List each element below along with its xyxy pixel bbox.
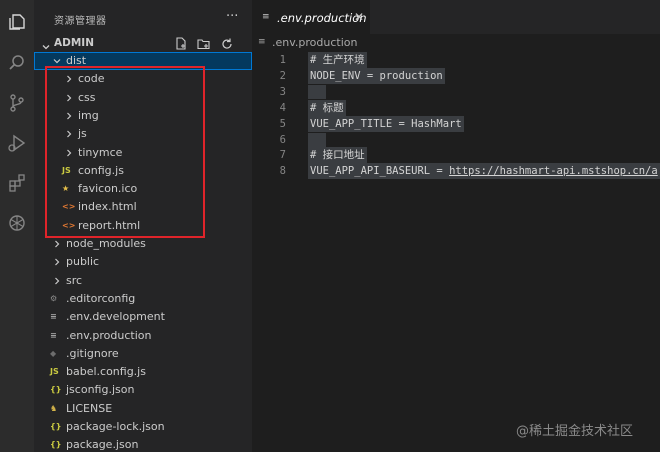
line-text: # 标题 xyxy=(308,99,346,116)
close-icon[interactable]: ✕ xyxy=(354,10,364,24)
line-number: 4 xyxy=(279,101,286,114)
tree-item-label: package.json xyxy=(66,438,139,452)
explorer-title: 资源管理器 xyxy=(54,16,107,27)
code-line: 3 xyxy=(252,84,660,100)
tree-item-label: package-lock.json xyxy=(66,420,165,433)
chevron-down-icon xyxy=(52,56,62,66)
line-text: VUE_APP_API_BASEURL = https://hashmart-a… xyxy=(308,163,660,180)
line-text: VUE_APP_TITLE = HashMart xyxy=(308,115,464,132)
line-number: 3 xyxy=(279,85,286,98)
code-line: 7 # 接口地址 xyxy=(252,147,660,164)
run-debug-icon[interactable] xyxy=(7,133,27,153)
code-line: 6 xyxy=(252,132,660,148)
license-icon: ♞ xyxy=(50,403,58,413)
section-label: ADMIN xyxy=(54,37,94,49)
tree-item-label: LICENSE xyxy=(66,401,113,415)
tree-item-license[interactable]: ♞ LICENSE xyxy=(34,400,252,418)
editor-tab-bar: ≡ .env.production ✕ xyxy=(252,0,660,34)
chevron-down-icon xyxy=(41,37,51,50)
gear-icon: ⚙ xyxy=(50,293,58,303)
line-content: VUE_APP_TITLE = HashMart xyxy=(310,117,462,130)
more-actions-button[interactable]: ··· xyxy=(226,9,238,24)
highlight-box xyxy=(45,66,205,238)
env-file-icon: ≡ xyxy=(50,330,57,340)
tree-item-editorconfig[interactable]: ⚙ .editorconfig xyxy=(34,290,252,308)
tree-item-env-production[interactable]: ≡ .env.production xyxy=(34,327,252,345)
line-number: 1 xyxy=(279,54,286,66)
tree-item-label: .env.development xyxy=(66,310,165,324)
new-folder-icon[interactable] xyxy=(197,37,211,51)
search-icon[interactable] xyxy=(7,53,27,73)
code-line: 1 # 生产环境 xyxy=(252,52,660,68)
extensions-icon[interactable] xyxy=(7,173,27,193)
line-number: 5 xyxy=(279,117,286,130)
json-file-icon: {} xyxy=(50,440,62,450)
code-line: 8 VUE_APP_API_BASEURL = https://hashmart-… xyxy=(252,163,660,180)
tree-item-gitignore[interactable]: ◆ .gitignore xyxy=(34,345,252,363)
line-text: NODE_ENV = production xyxy=(308,67,445,84)
section-header-admin[interactable]: ADMIN xyxy=(34,34,252,69)
js-file-icon: JS xyxy=(50,367,59,377)
line-text xyxy=(308,84,326,99)
env-file-icon: ≡ xyxy=(50,312,57,322)
openai-icon[interactable] xyxy=(7,213,27,233)
tree-item-label: .gitignore xyxy=(66,346,119,360)
json-file-icon: {} xyxy=(50,422,62,431)
line-text xyxy=(308,132,326,147)
refresh-icon[interactable] xyxy=(220,37,234,51)
tree-item-label: jsconfig.json xyxy=(66,383,135,397)
tree-item-label: .editorconfig xyxy=(66,291,136,305)
file-lines-icon: ≡ xyxy=(258,37,266,47)
file-lines-icon: ≡ xyxy=(262,12,270,22)
url-link[interactable]: https://hashmart-api.mstshop.cn/a xyxy=(449,165,658,177)
line-text: # 生产环境 xyxy=(308,52,367,68)
files-icon[interactable] xyxy=(7,12,27,32)
source-control-icon[interactable] xyxy=(7,93,27,113)
line-number: 2 xyxy=(279,69,286,82)
tree-item-label: public xyxy=(66,255,100,269)
tree-item-babel-config-js[interactable]: JS babel.config.js xyxy=(34,363,252,381)
watermark: @稀土掘金技术社区 xyxy=(516,424,634,439)
chevron-right-icon xyxy=(52,276,62,286)
line-content: # 标题 xyxy=(310,101,344,114)
json-file-icon: {} xyxy=(50,385,62,395)
code-line: 2 NODE_ENV = production xyxy=(252,67,660,84)
activity-bar xyxy=(0,0,34,452)
tree-item-public[interactable]: public xyxy=(34,253,252,271)
line-number: 7 xyxy=(279,149,286,162)
tree-item-jsconfig-json[interactable]: {} jsconfig.json xyxy=(34,381,252,399)
tree-item-package-lock-json[interactable]: {} package-lock.json xyxy=(34,418,252,436)
code-line: 5 VUE_APP_TITLE = HashMart xyxy=(252,115,660,132)
line-number: 8 xyxy=(279,165,286,178)
line-content: # 生产环境 xyxy=(310,54,365,66)
line-content: NODE_ENV = production xyxy=(310,69,443,82)
tree-item-package-json[interactable]: {} package.json xyxy=(34,436,252,452)
line-text: # 接口地址 xyxy=(308,147,367,164)
tree-item-label: .env.production xyxy=(66,328,152,342)
git-icon: ◆ xyxy=(50,348,57,358)
tab-env-production[interactable]: ≡ .env.production ✕ xyxy=(252,0,370,34)
line-content: VUE_APP_API_BASEURL = xyxy=(310,165,450,178)
tree-item-src[interactable]: src xyxy=(34,272,252,290)
tree-item-label: babel.config.js xyxy=(66,365,146,379)
tree-item-label: src xyxy=(66,273,83,287)
line-content: # 接口地址 xyxy=(310,149,365,162)
code-line: 4 # 标题 xyxy=(252,99,660,116)
tree-item-env-development[interactable]: ≡ .env.development xyxy=(34,308,252,326)
breadcrumb[interactable]: .env.production xyxy=(272,36,357,49)
new-file-icon[interactable] xyxy=(174,37,188,51)
line-number: 6 xyxy=(279,133,286,146)
chevron-right-icon xyxy=(52,239,62,249)
chevron-right-icon xyxy=(52,257,62,267)
